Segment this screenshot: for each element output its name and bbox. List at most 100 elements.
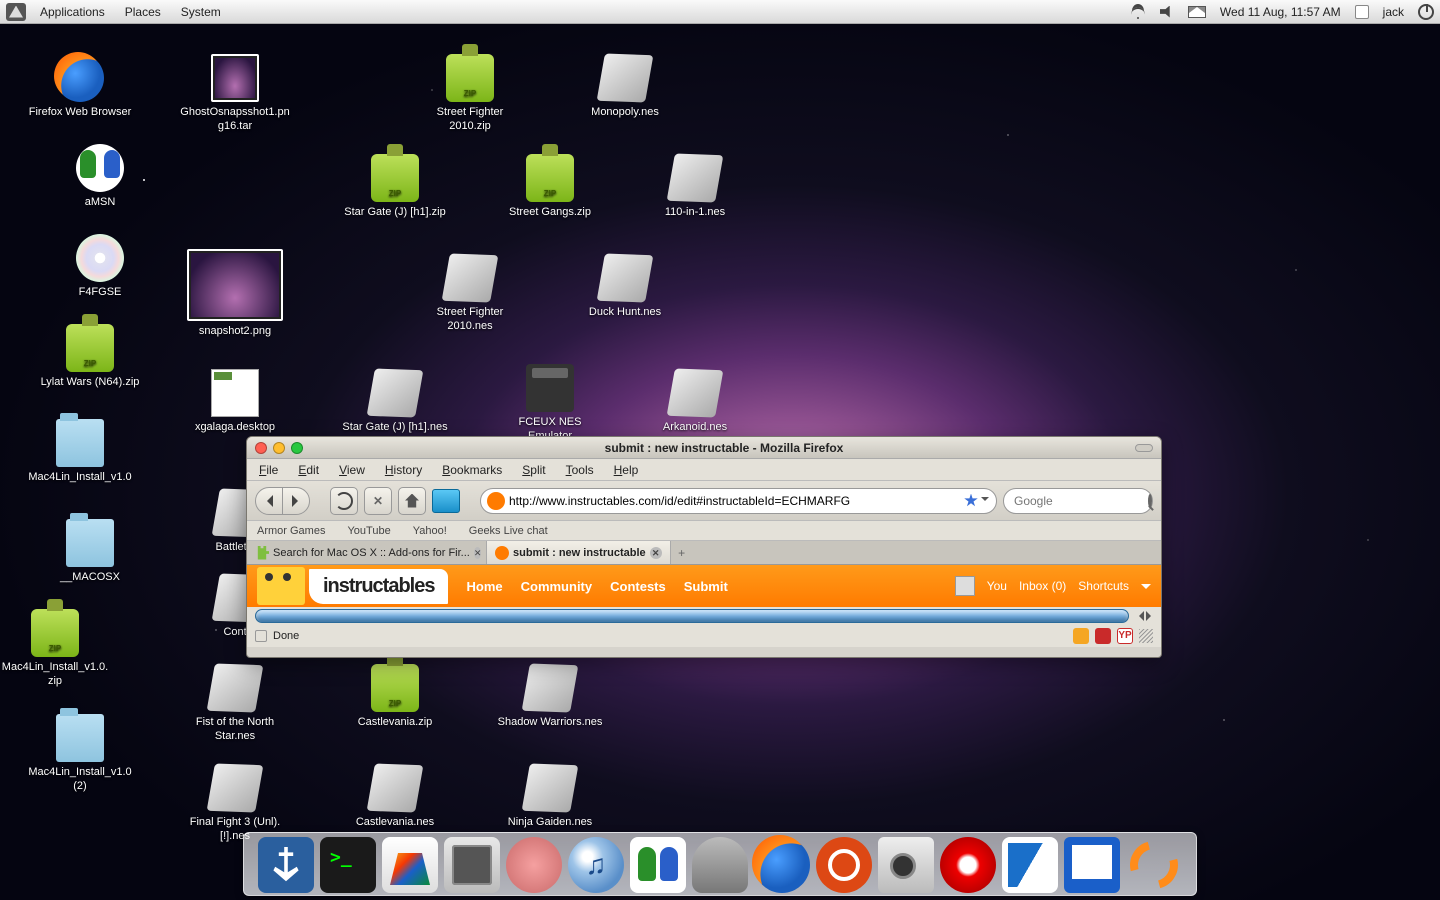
desktop-icon-mac4lin1[interactable]: Mac4Lin_Install_v1.0 [25, 419, 135, 485]
clock[interactable]: Wed 11 Aug, 11:57 AM [1220, 5, 1341, 19]
bookmark-youtube[interactable]: YouTube [347, 525, 390, 537]
desktop-icon-mac4linzip[interactable]: Mac4Lin_Install_v1.0.zip [0, 609, 110, 689]
desktop-icon-xgalaga[interactable]: xgalaga.desktop [180, 369, 290, 435]
desktop-icon-ghostsnap[interactable]: GhostOsnapsshot1.png16.tar [180, 54, 290, 134]
desktop-icon-arkanoid[interactable]: Arkanoid.nes [640, 369, 750, 435]
dock-ubuntu-icon[interactable] [816, 837, 872, 893]
menu-file[interactable]: File [259, 463, 278, 477]
menu-bookmarks[interactable]: Bookmarks [442, 463, 502, 477]
dock-opera-icon[interactable] [940, 837, 996, 893]
menu-edit[interactable]: Edit [298, 463, 319, 477]
desktop-icon-f4fgse[interactable]: F4FGSE [45, 234, 155, 300]
resize-grip-icon[interactable] [1139, 629, 1153, 643]
sidebar-toggle-icon[interactable] [432, 489, 460, 513]
url-dropdown-icon[interactable] [978, 490, 992, 512]
volume-icon[interactable] [1160, 6, 1174, 18]
nav-submit[interactable]: Submit [684, 579, 728, 594]
menu-tools[interactable]: Tools [566, 463, 594, 477]
site-logo[interactable]: instructables [309, 569, 448, 604]
desktop-icon-mac4lin2[interactable]: Mac4Lin_Install_v1.0 (2) [25, 714, 135, 794]
reload-button[interactable] [330, 487, 358, 515]
dock-sync-icon[interactable] [1126, 837, 1182, 893]
wifi-icon[interactable] [1130, 5, 1146, 19]
tab[interactable]: Search for Mac OS X :: Add-ons for Fir..… [247, 541, 487, 564]
gnome-menu-icon[interactable] [6, 3, 26, 21]
dock-cam-icon[interactable] [878, 837, 934, 893]
tab-close-icon[interactable]: ✕ [650, 547, 662, 559]
search-bar[interactable] [1003, 488, 1153, 514]
dock-media-icon[interactable] [382, 837, 438, 893]
dock-term-icon[interactable] [320, 837, 376, 893]
dock-oo-icon[interactable] [1002, 837, 1058, 893]
search-input[interactable] [1014, 494, 1148, 508]
bookmark-geeks-live-chat[interactable]: Geeks Live chat [469, 525, 548, 537]
scroll-left-icon[interactable] [1133, 610, 1145, 622]
record-icon[interactable] [1095, 628, 1111, 644]
menu-applications[interactable]: Applications [30, 5, 115, 19]
desktop-icon-sf2010zip[interactable]: Street Fighter 2010.zip [415, 54, 525, 134]
desktop-icon-monopoly[interactable]: Monopoly.nes [570, 54, 680, 120]
dock-itunes-icon[interactable] [568, 837, 624, 893]
desktop-icon-duckhunt[interactable]: Duck Hunt.nes [570, 254, 680, 320]
desktop-icon-sf2010nes[interactable]: Street Fighter 2010.nes [415, 254, 525, 334]
bookmark-yahoo-[interactable]: Yahoo! [413, 525, 447, 537]
new-tab-button[interactable]: + [671, 541, 693, 564]
nav-inbox[interactable]: Inbox (0) [1019, 579, 1066, 593]
window-pill-icon[interactable] [1135, 444, 1153, 452]
window-titlebar[interactable]: submit : new instructable - Mozilla Fire… [247, 437, 1161, 459]
desktop-icon-macosx[interactable]: __MACOSX [35, 519, 145, 585]
avatar-icon[interactable] [955, 576, 975, 596]
search-icon[interactable] [1148, 494, 1152, 508]
menu-view[interactable]: View [339, 463, 365, 477]
bookmark-star-icon[interactable] [964, 494, 978, 508]
nav-community[interactable]: Community [521, 579, 593, 594]
menu-system[interactable]: System [171, 5, 231, 19]
menu-split[interactable]: Split [522, 463, 545, 477]
tab[interactable]: submit : new instructable✕ [487, 541, 671, 564]
desktop-icon-110in1[interactable]: 110-in-1.nes [640, 154, 750, 220]
tab-close-icon[interactable]: ✕ [474, 547, 482, 559]
desktop-icon-streetgangs[interactable]: Street Gangs.zip [495, 154, 605, 220]
mail-icon[interactable] [1188, 6, 1206, 18]
menu-help[interactable]: Help [614, 463, 639, 477]
forward-button[interactable] [282, 487, 310, 515]
dock-ff-icon[interactable] [754, 837, 810, 893]
nav-home[interactable]: Home [466, 579, 502, 594]
desktop-icon-stargatenes[interactable]: Star Gate (J) [h1].nes [340, 369, 450, 435]
desktop-icon-fceux[interactable]: FCEUX NES Emulator [495, 364, 605, 444]
dock-anchor-icon[interactable] [258, 837, 314, 893]
dock-calc-icon[interactable] [444, 837, 500, 893]
minimize-button[interactable] [273, 442, 285, 454]
user-checkbox-icon[interactable] [1355, 5, 1369, 19]
desktop-icon-ninjagaiden[interactable]: Ninja Gaiden.nes [495, 764, 605, 830]
dock-mic-icon[interactable] [692, 837, 748, 893]
desktop-icon-firefox[interactable]: Firefox Web Browser [25, 54, 135, 120]
desktop-icon-shadowwar[interactable]: Shadow Warriors.nes [495, 664, 605, 730]
hscroll-bar[interactable] [255, 609, 1129, 623]
home-button[interactable] [398, 487, 426, 515]
desktop-icon-stargatezip[interactable]: Star Gate (J) [h1].zip [340, 154, 450, 220]
nav-you[interactable]: You [987, 579, 1007, 593]
close-button[interactable] [255, 442, 267, 454]
dock-pic-icon[interactable] [1064, 837, 1120, 893]
caret-down-icon[interactable] [1141, 584, 1151, 594]
url-input[interactable] [509, 494, 964, 508]
desktop-icon-lylat[interactable]: Lylat Wars (N64).zip [35, 324, 145, 390]
nav-contests[interactable]: Contests [610, 579, 666, 594]
bookmark-armor-games[interactable]: Armor Games [257, 525, 325, 537]
username[interactable]: jack [1383, 5, 1404, 19]
desktop-icon-castlevaniazip[interactable]: Castlevania.zip [340, 664, 450, 730]
menu-history[interactable]: History [385, 463, 422, 477]
maximize-button[interactable] [291, 442, 303, 454]
dock-brain-icon[interactable] [506, 837, 562, 893]
desktop-icon-snapshot2[interactable]: snapshot2.png [180, 249, 290, 339]
yp-icon[interactable]: YP [1117, 628, 1133, 644]
url-bar[interactable] [480, 488, 997, 514]
menu-places[interactable]: Places [115, 5, 171, 19]
power-icon[interactable] [1418, 4, 1434, 20]
dock-msn-icon[interactable] [630, 837, 686, 893]
scroll-right-icon[interactable] [1145, 610, 1157, 622]
desktop-icon-amsn[interactable]: aMSN [45, 144, 155, 210]
stop-button[interactable] [364, 487, 392, 515]
nav-shortcuts[interactable]: Shortcuts [1078, 579, 1129, 593]
